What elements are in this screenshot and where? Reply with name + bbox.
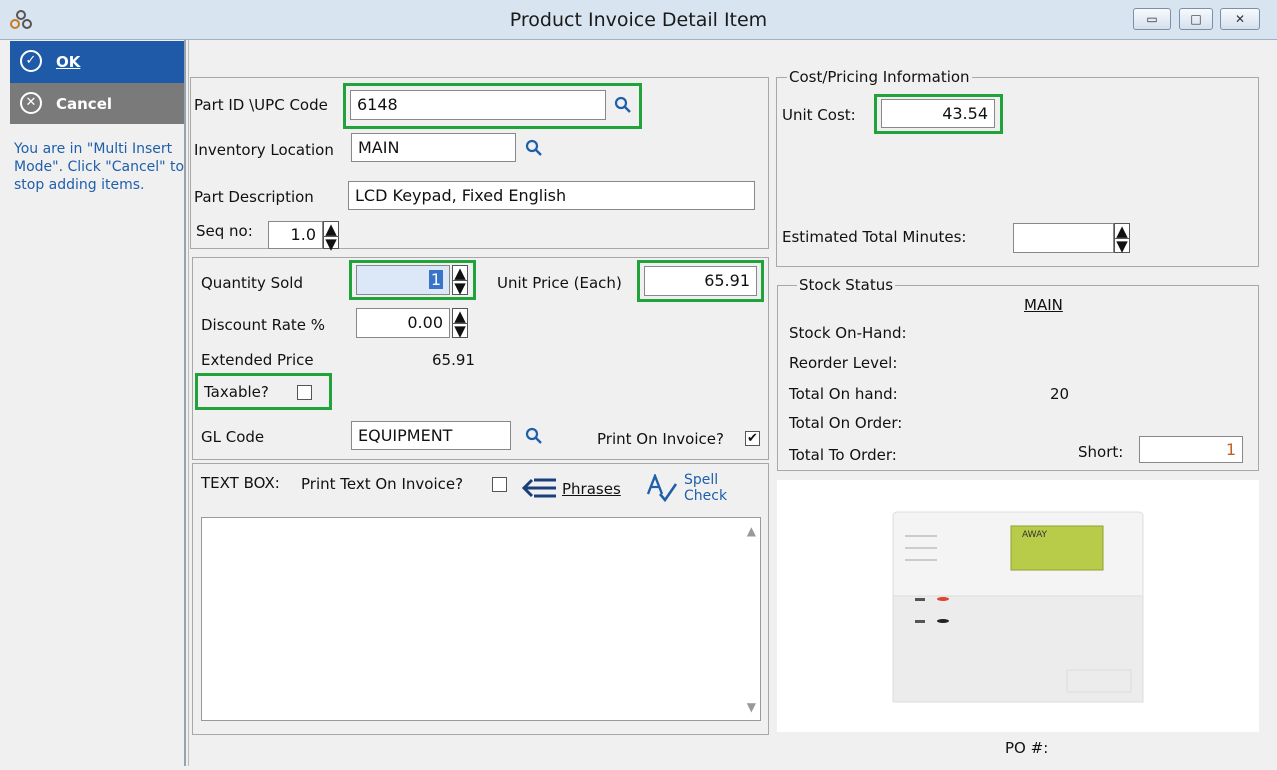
part-description-input[interactable]: LCD Keypad, Fixed English: [348, 181, 755, 210]
spin-up-icon[interactable]: ▲: [453, 307, 467, 325]
seq-label: Seq no:: [196, 222, 253, 240]
x-circle-icon: ✕: [20, 92, 42, 114]
extended-price-label: Extended Price: [201, 351, 314, 369]
quantity-input[interactable]: 1: [356, 265, 450, 295]
est-minutes-input[interactable]: [1013, 223, 1114, 253]
cost-legend: Cost/Pricing Information: [787, 68, 972, 86]
part-id-label: Part ID \UPC Code: [194, 96, 328, 114]
short-label: Short:: [1078, 443, 1124, 461]
reorder-level-label: Reorder Level:: [789, 354, 898, 372]
total-on-order-label: Total On Order:: [789, 414, 903, 432]
keypad-image: [892, 511, 1144, 703]
window-title: Product Invoice Detail Item: [509, 9, 768, 31]
cancel-label: Cancel: [56, 95, 113, 113]
product-image: AWAY: [777, 480, 1259, 732]
scroll-up-icon[interactable]: ▲: [747, 524, 756, 538]
taxable-label: Taxable?: [204, 383, 269, 401]
stock-on-hand-label: Stock On-Hand:: [789, 324, 907, 342]
po-label: PO #:: [1005, 739, 1049, 757]
phrases-label: Phrases: [562, 480, 621, 498]
spell-check-button[interactable]: Spell Check: [646, 470, 736, 506]
print-text-checkbox[interactable]: [492, 477, 507, 492]
ok-button[interactable]: ✓ OK: [10, 41, 184, 83]
print-on-invoice-label: Print On Invoice?: [597, 430, 724, 448]
taxable-checkbox[interactable]: [297, 385, 312, 400]
spin-down-icon[interactable]: ▼: [1115, 237, 1129, 255]
phrases-button[interactable]: Phrases: [520, 473, 621, 503]
part-description-label: Part Description: [194, 188, 314, 206]
spin-down-icon[interactable]: ▼: [453, 322, 467, 340]
print-text-label: Print Text On Invoice?: [301, 475, 464, 493]
total-on-hand-label: Total On hand:: [789, 385, 898, 403]
unit-cost-label: Unit Cost:: [782, 106, 856, 124]
keypad-lcd-text: AWAY: [1022, 530, 1048, 540]
cancel-button[interactable]: ✕ Cancel: [10, 83, 184, 124]
search-icon[interactable]: [614, 96, 632, 114]
part-id-input[interactable]: 6148: [350, 90, 606, 120]
total-to-order-label: Total To Order:: [789, 446, 897, 464]
text-box-input[interactable]: ▲ ▼: [201, 517, 761, 721]
inventory-location-input[interactable]: MAIN: [351, 133, 516, 162]
total-on-hand-value: 20: [1050, 385, 1070, 403]
spin-up-icon[interactable]: ▲: [324, 220, 338, 238]
quantity-label: Quantity Sold: [201, 274, 303, 292]
minimize-button[interactable]: ▭: [1133, 8, 1171, 30]
seq-input[interactable]: 1.0: [268, 221, 323, 249]
quantity-value: 1: [428, 270, 443, 289]
spell-label: Spell: [684, 472, 719, 488]
gl-search-icon[interactable]: [525, 427, 543, 445]
extended-price-value: 65.91: [432, 351, 475, 369]
ok-label: OK: [56, 53, 81, 71]
stock-legend: Stock Status: [797, 276, 896, 294]
maximize-button[interactable]: □: [1179, 8, 1213, 30]
close-window-button[interactable]: ✕: [1220, 8, 1260, 30]
unit-price-input[interactable]: 65.91: [644, 266, 757, 296]
location-search-icon[interactable]: [525, 139, 543, 157]
multi-insert-info: You are in "Multi Insert Mode". Click "C…: [14, 141, 185, 193]
stock-location: MAIN: [1024, 296, 1063, 314]
textbox-label: TEXT BOX:: [201, 474, 280, 492]
est-minutes-spinner[interactable]: ▲ ▼: [1114, 222, 1130, 255]
est-minutes-label: Estimated Total Minutes:: [782, 228, 967, 246]
seq-spinner[interactable]: ▲ ▼: [323, 220, 339, 253]
spin-down-icon[interactable]: ▼: [453, 279, 467, 297]
scroll-down-icon[interactable]: ▼: [747, 700, 756, 714]
unit-cost-input[interactable]: 43.54: [881, 99, 995, 128]
phrases-arrow-icon: [521, 478, 556, 498]
spin-up-icon[interactable]: ▲: [453, 264, 467, 282]
quantity-spinner[interactable]: ▲ ▼: [452, 264, 468, 297]
discount-input[interactable]: 0.00: [356, 308, 450, 338]
short-input[interactable]: 1: [1139, 436, 1243, 463]
check-label: Check: [684, 488, 728, 504]
unit-price-label: Unit Price (Each): [497, 274, 622, 292]
gl-code-input[interactable]: EQUIPMENT: [351, 421, 511, 450]
spell-check-icon: [646, 474, 678, 502]
gl-code-label: GL Code: [201, 428, 265, 446]
spin-up-icon[interactable]: ▲: [1115, 222, 1129, 240]
discount-spinner[interactable]: ▲ ▼: [452, 307, 468, 340]
inventory-location-label: Inventory Location: [194, 141, 334, 159]
discount-label: Discount Rate %: [201, 316, 326, 334]
print-on-invoice-checkbox[interactable]: ✔: [745, 431, 760, 446]
spin-down-icon[interactable]: ▼: [324, 235, 338, 253]
check-circle-icon: ✓: [20, 50, 42, 72]
